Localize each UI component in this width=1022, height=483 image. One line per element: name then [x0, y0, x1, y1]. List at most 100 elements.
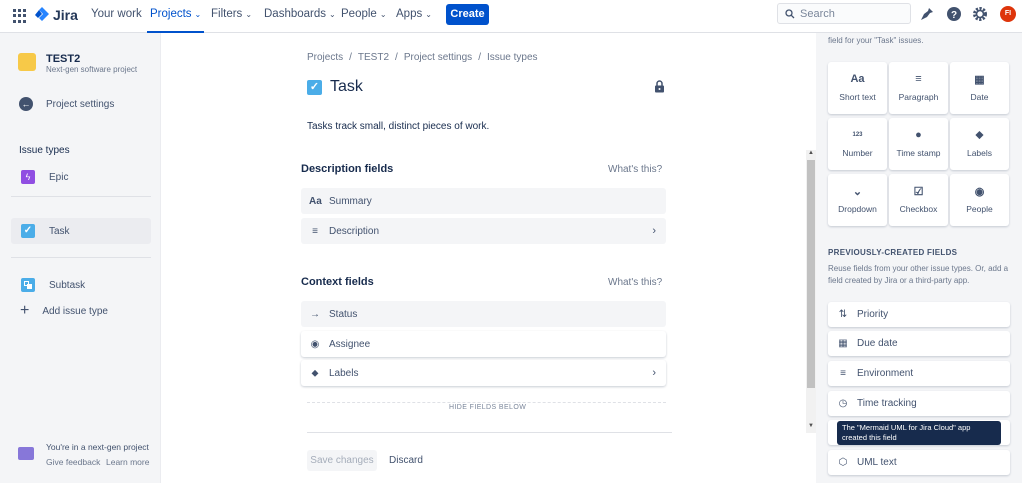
add-issue-type-button[interactable]: + Add issue type	[20, 302, 108, 319]
previous-field-label: Time tracking	[857, 398, 917, 409]
field-type-checkbox[interactable]: ☑ Checkbox	[889, 174, 948, 226]
whats-this-link[interactable]: What's this?	[608, 277, 662, 288]
chevron-right-icon[interactable]: ›	[652, 367, 656, 379]
nav-filters[interactable]: Filters ⌄	[211, 0, 252, 33]
arrow-right-icon: →	[310, 308, 320, 320]
field-type-people[interactable]: ◉ People	[950, 174, 1009, 226]
breadcrumb-separator: /	[349, 52, 352, 63]
chevron-down-icon: ⌄	[425, 10, 432, 19]
search-box[interactable]	[777, 3, 911, 24]
discard-button[interactable]: Discard	[389, 450, 423, 471]
scroll-down-arrow-icon[interactable]: ▼	[808, 423, 814, 429]
priority-icon: ⇅	[838, 309, 848, 320]
svg-text:?: ?	[951, 10, 957, 21]
page-title-text[interactable]: Task	[330, 78, 363, 96]
divider	[11, 196, 151, 197]
app-name: Jira	[53, 7, 78, 23]
app-switcher-icon[interactable]	[13, 9, 27, 23]
plus-icon: +	[20, 302, 30, 319]
field-type-label: Date	[970, 92, 989, 102]
field-status[interactable]: → Status	[301, 301, 666, 327]
field-description[interactable]: ≡ Description ›	[301, 218, 666, 244]
task-icon: ✓	[307, 79, 322, 95]
description-fields-heading: Description fields	[301, 163, 394, 175]
field-assignee[interactable]: ◉ Assignee	[301, 331, 666, 357]
previous-field-label: Priority	[857, 309, 889, 320]
field-labels[interactable]: ⬥ Labels ›	[301, 360, 666, 386]
jira-logo-icon	[35, 7, 49, 21]
calendar-icon: ▦	[974, 74, 985, 86]
help-icon[interactable]: ?	[946, 6, 962, 22]
paragraph-icon: ≡	[312, 225, 318, 237]
back-to-project-settings[interactable]: ← Project settings	[19, 97, 114, 111]
chevron-right-icon[interactable]: ›	[652, 225, 656, 237]
project-type: Next-gen software project	[46, 65, 138, 74]
nav-apps[interactable]: Apps ⌄	[396, 0, 432, 33]
field-type-date[interactable]: ▦ Date	[950, 62, 1009, 114]
previous-field-priority[interactable]: ⇅ Priority	[828, 302, 1010, 327]
save-changes-button[interactable]: Save changes	[307, 450, 377, 471]
checkbox-icon: ☑	[913, 186, 924, 198]
field-type-label: Number	[842, 148, 873, 158]
previous-field-due-date[interactable]: ▦ Due date	[828, 331, 1010, 356]
label-tag-icon: ⬥	[311, 367, 319, 379]
give-feedback-link[interactable]: Give feedback	[46, 457, 100, 467]
nav-label: People	[341, 8, 377, 20]
field-type-dropdown[interactable]: ⌄ Dropdown	[828, 174, 887, 226]
nav-people[interactable]: People ⌄	[341, 0, 387, 33]
search-input[interactable]	[800, 6, 905, 21]
nextgen-text: You're in a next-gen project	[46, 442, 149, 452]
divider	[11, 257, 151, 258]
settings-gear-icon[interactable]	[972, 6, 988, 22]
nav-projects[interactable]: Projects ⌄	[147, 0, 205, 33]
learn-more-link[interactable]: Learn more	[106, 457, 149, 467]
field-type-time-stamp[interactable]: ● Time stamp	[889, 118, 948, 170]
previous-field-environment[interactable]: ≡ Environment	[828, 361, 1010, 386]
field-label: Status	[329, 308, 358, 320]
back-label: Project settings	[46, 98, 115, 110]
user-avatar[interactable]: FI	[1000, 6, 1016, 22]
field-type-short-text[interactable]: Aa Short text	[828, 62, 887, 114]
label-tag-icon: ⬥	[975, 129, 984, 141]
previous-field-uml-text[interactable]: ⬡ UML text	[828, 450, 1010, 475]
person-icon: ◉	[974, 186, 985, 198]
nav-label: Dashboards	[264, 8, 327, 20]
project-avatar-icon	[18, 53, 36, 71]
breadcrumb-project[interactable]: TEST2	[358, 52, 389, 63]
scroll-up-arrow-icon[interactable]: ▲	[808, 150, 814, 156]
breadcrumb-separator: /	[395, 52, 398, 63]
sidebar-item-label: Task	[49, 225, 70, 237]
sidebar-item-epic[interactable]: ϟ Epic	[11, 164, 151, 190]
field-type-label: Labels	[966, 148, 993, 158]
field-type-number[interactable]: 123 Number	[828, 118, 887, 170]
hide-fields-below-label: HIDE FIELDS BELOW	[445, 404, 531, 411]
field-summary[interactable]: Aa Summary	[301, 188, 666, 214]
lock-icon[interactable]	[654, 80, 665, 93]
sidebar-item-subtask[interactable]: Subtask	[11, 272, 151, 298]
breadcrumb-projects[interactable]: Projects	[307, 52, 343, 63]
issue-type-description[interactable]: Tasks track small, distinct pieces of wo…	[307, 121, 489, 132]
nav-your-work[interactable]: Your work	[91, 0, 142, 33]
breadcrumb-project-settings[interactable]: Project settings	[404, 52, 472, 63]
sidebar-item-task[interactable]: ✓ Task	[11, 218, 151, 244]
create-button[interactable]: Create	[446, 4, 489, 25]
previous-field-time-tracking[interactable]: ◷ Time tracking	[828, 391, 1010, 416]
breadcrumb-issue-types[interactable]: Issue types	[487, 52, 538, 63]
clock-icon: ●	[915, 129, 922, 141]
add-issue-type-label: Add issue type	[42, 305, 108, 317]
field-type-labels[interactable]: ⬥ Labels	[950, 118, 1009, 170]
field-type-paragraph[interactable]: ≡ Paragraph	[889, 62, 948, 114]
paragraph-icon: ≡	[840, 368, 846, 379]
nav-dashboards[interactable]: Dashboards ⌄	[264, 0, 336, 33]
field-type-label: Time stamp	[896, 148, 941, 158]
chevron-down-icon: ⌄	[245, 10, 253, 19]
notifications-icon[interactable]	[919, 6, 935, 22]
jira-logo[interactable]: Jira	[35, 7, 78, 23]
scrollbar-thumb[interactable]	[807, 160, 815, 388]
whats-this-link[interactable]: What's this?	[608, 164, 662, 175]
field-label: Labels	[329, 367, 359, 379]
dropdown-icon: ⌄	[852, 186, 863, 198]
chevron-down-icon: ⌄	[379, 10, 387, 19]
sidebar-item-label: Epic	[49, 171, 69, 183]
divider	[307, 432, 672, 433]
